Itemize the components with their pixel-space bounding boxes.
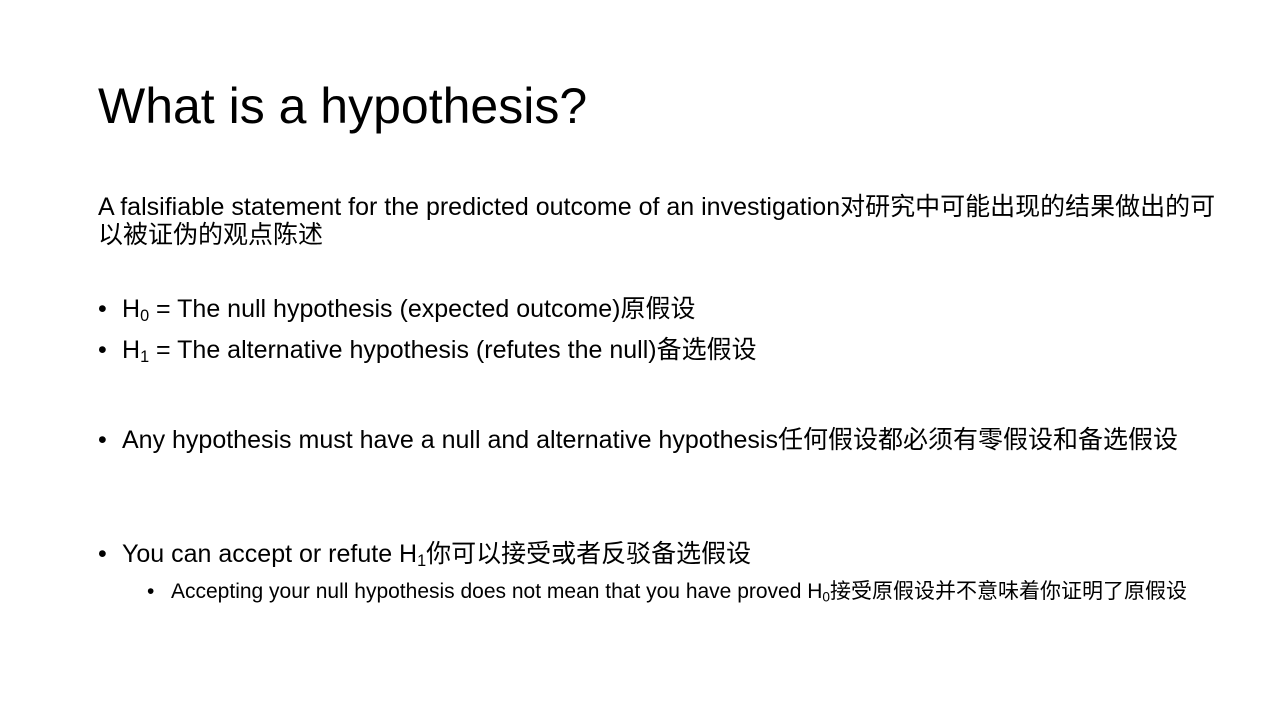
any-hypothesis-text: Any hypothesis must have a null and alte… <box>122 426 1178 454</box>
subscript-zero: 0 <box>140 307 150 326</box>
bullet-dot: • <box>98 540 107 568</box>
sub-bullet-accepting-null: • Accepting your null hypothesis does no… <box>147 577 1241 607</box>
bullet-dot: • <box>147 580 155 603</box>
subscript-zero: 0 <box>822 589 830 605</box>
accepting-null-text: Accepting your null hypothesis does not … <box>171 580 823 603</box>
bullet-accept-or-refute: • You can accept or refute H1你可以接受或者反驳备选… <box>98 537 1242 572</box>
bullet-dot: • <box>98 336 107 364</box>
accept-refute-text: You can accept or refute H <box>122 540 418 568</box>
null-hypothesis-text: = The null hypothesis (expected outcome)… <box>149 295 696 323</box>
bullet-any-hypothesis: • Any hypothesis must have a null and al… <box>98 423 1242 458</box>
alternative-hypothesis-text: = The alternative hypothesis (refutes th… <box>149 336 757 364</box>
accepting-null-chinese: 接受原假设并不意味着你证明了原假设 <box>830 580 1187 603</box>
h-letter: H <box>122 336 141 364</box>
subscript-one: 1 <box>140 348 150 367</box>
bullet-null-hypothesis: • H0 = The null hypothesis (expected out… <box>98 292 1242 327</box>
bullet-alternative-hypothesis: • H1 = The alternative hypothesis (refut… <box>98 333 1242 368</box>
subscript-one: 1 <box>417 552 427 571</box>
bullet-dot: • <box>98 295 107 323</box>
bullet-dot: • <box>98 426 107 454</box>
h-letter: H <box>122 295 141 323</box>
bullet-list: • H0 = The null hypothesis (expected out… <box>0 0 1280 720</box>
accept-refute-chinese: 你可以接受或者反驳备选假设 <box>426 540 752 568</box>
slide: What is a hypothesis? A falsifiable stat… <box>0 0 1280 720</box>
